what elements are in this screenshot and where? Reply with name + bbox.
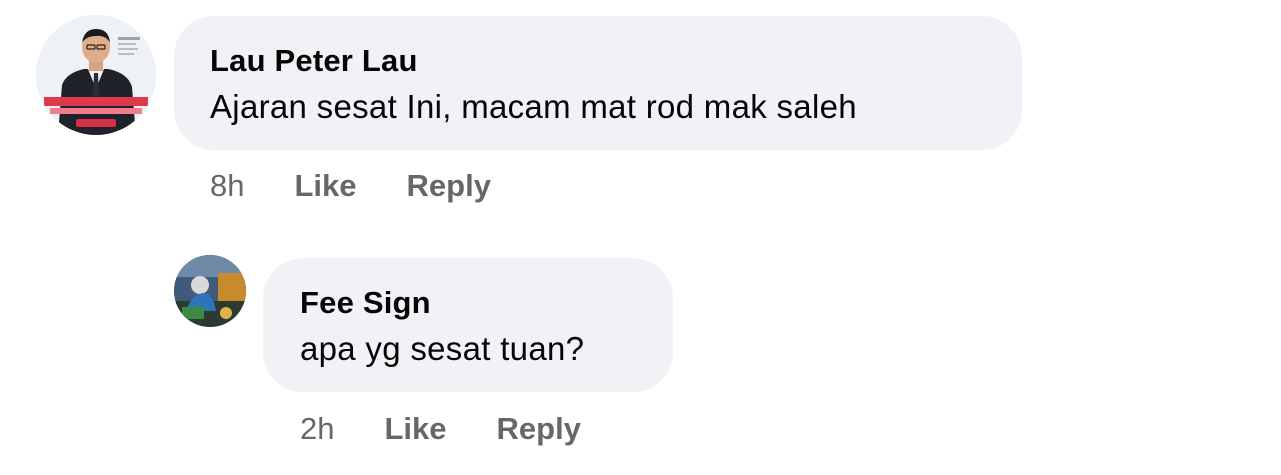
reply-timestamp[interactable]: 2h (300, 411, 334, 447)
reply-button[interactable]: Reply (407, 168, 491, 204)
reply-avatar[interactable] (174, 255, 246, 327)
profile-photo-icon (36, 15, 156, 135)
reply-text: apa yg sesat tuan? (300, 330, 585, 367)
profile-photo-icon (174, 255, 246, 327)
reply-like-button[interactable]: Like (384, 411, 446, 447)
comment-text: Ajaran sesat Ini, macam mat rod mak sale… (210, 88, 857, 125)
like-button[interactable]: Like (294, 168, 356, 204)
reply-reply-button[interactable]: Reply (497, 411, 581, 447)
commenter-avatar[interactable] (36, 15, 156, 135)
commenter-name[interactable]: Lau Peter Lau (210, 43, 418, 79)
comment-bubble: Lau Peter Lau Ajaran sesat Ini, macam ma… (174, 16, 1022, 150)
comment-timestamp[interactable]: 8h (210, 168, 244, 204)
reply-author-name[interactable]: Fee Sign (300, 285, 431, 321)
reply-bubble: Fee Sign apa yg sesat tuan? (263, 258, 673, 392)
comment-thread: Lau Peter Lau Ajaran sesat Ini, macam ma… (0, 0, 1281, 475)
reply-actions: 2h Like Reply (300, 411, 581, 447)
comment-actions: 8h Like Reply (210, 168, 491, 204)
